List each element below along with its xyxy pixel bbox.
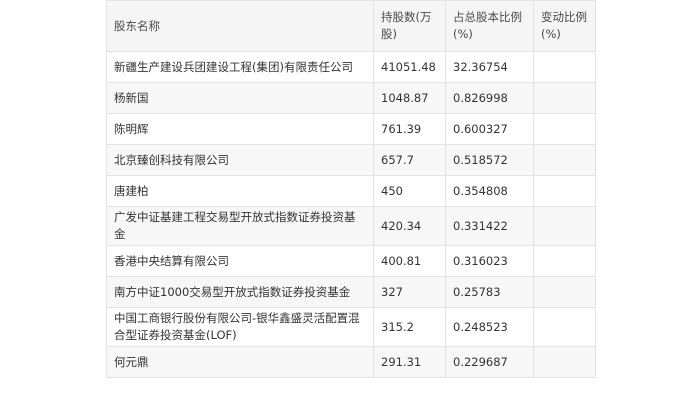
cell-shares: 400.81 — [373, 245, 446, 277]
cell-change — [533, 175, 596, 207]
cell-change — [533, 144, 596, 176]
table-row: 香港中央结算有限公司 400.81 0.316023 — [106, 245, 596, 277]
cell-ratio: 0.248523 — [445, 307, 534, 347]
cell-ratio: 0.25783 — [445, 276, 534, 308]
cell-ratio: 0.600327 — [445, 113, 534, 145]
cell-shares: 450 — [373, 175, 446, 207]
cell-ratio: 0.331422 — [445, 206, 534, 246]
cell-ratio: 0.354808 — [445, 175, 534, 207]
cell-shares: 327 — [373, 276, 446, 308]
cell-change — [533, 82, 596, 114]
cell-name: 北京臻创科技有限公司 — [106, 144, 374, 176]
table-row: 陈明辉 761.39 0.600327 — [106, 113, 596, 145]
header-change-ratio: 变动比例(%) — [533, 0, 596, 52]
header-share-ratio: 占总股本比例(%) — [445, 0, 534, 52]
cell-shares: 761.39 — [373, 113, 446, 145]
cell-ratio: 0.316023 — [445, 245, 534, 277]
cell-ratio: 32.36754 — [445, 51, 534, 83]
cell-name: 何元鼎 — [106, 346, 374, 378]
cell-name: 中国工商银行股份有限公司-银华鑫盛灵活配置混合型证券投资基金(LOF) — [106, 307, 374, 347]
table-row: 何元鼎 291.31 0.229687 — [106, 346, 596, 378]
cell-name: 南方中证1000交易型开放式指数证券投资基金 — [106, 276, 374, 308]
cell-shares: 1048.87 — [373, 82, 446, 114]
cell-name: 杨新国 — [106, 82, 374, 114]
cell-change — [533, 307, 596, 347]
shareholders-table: 股东名称 持股数(万股) 占总股本比例(%) 变动比例(%) 新疆生产建设兵团建… — [106, 0, 596, 378]
cell-ratio: 0.518572 — [445, 144, 534, 176]
table-row: 杨新国 1048.87 0.826998 — [106, 82, 596, 114]
cell-change — [533, 276, 596, 308]
cell-name: 唐建柏 — [106, 175, 374, 207]
cell-shares: 41051.48 — [373, 51, 446, 83]
header-shares-held: 持股数(万股) — [373, 0, 446, 52]
cell-change — [533, 113, 596, 145]
cell-ratio: 0.826998 — [445, 82, 534, 114]
table-header-row: 股东名称 持股数(万股) 占总股本比例(%) 变动比例(%) — [106, 0, 596, 52]
table-row: 广发中证基建工程交易型开放式指数证券投资基金 420.34 0.331422 — [106, 206, 596, 246]
cell-name: 香港中央结算有限公司 — [106, 245, 374, 277]
table-row: 中国工商银行股份有限公司-银华鑫盛灵活配置混合型证券投资基金(LOF) 315.… — [106, 307, 596, 347]
cell-name: 广发中证基建工程交易型开放式指数证券投资基金 — [106, 206, 374, 246]
cell-shares: 291.31 — [373, 346, 446, 378]
cell-change — [533, 245, 596, 277]
cell-change — [533, 206, 596, 246]
cell-shares: 315.2 — [373, 307, 446, 347]
table-row: 唐建柏 450 0.354808 — [106, 175, 596, 207]
table-row: 新疆生产建设兵团建设工程(集团)有限责任公司 41051.48 32.36754 — [106, 51, 596, 83]
cell-shares: 657.7 — [373, 144, 446, 176]
table-row: 南方中证1000交易型开放式指数证券投资基金 327 0.25783 — [106, 276, 596, 308]
header-shareholder-name: 股东名称 — [106, 0, 374, 52]
cell-name: 新疆生产建设兵团建设工程(集团)有限责任公司 — [106, 51, 374, 83]
cell-change — [533, 51, 596, 83]
table-row: 北京臻创科技有限公司 657.7 0.518572 — [106, 144, 596, 176]
cell-change — [533, 346, 596, 378]
cell-shares: 420.34 — [373, 206, 446, 246]
cell-ratio: 0.229687 — [445, 346, 534, 378]
cell-name: 陈明辉 — [106, 113, 374, 145]
